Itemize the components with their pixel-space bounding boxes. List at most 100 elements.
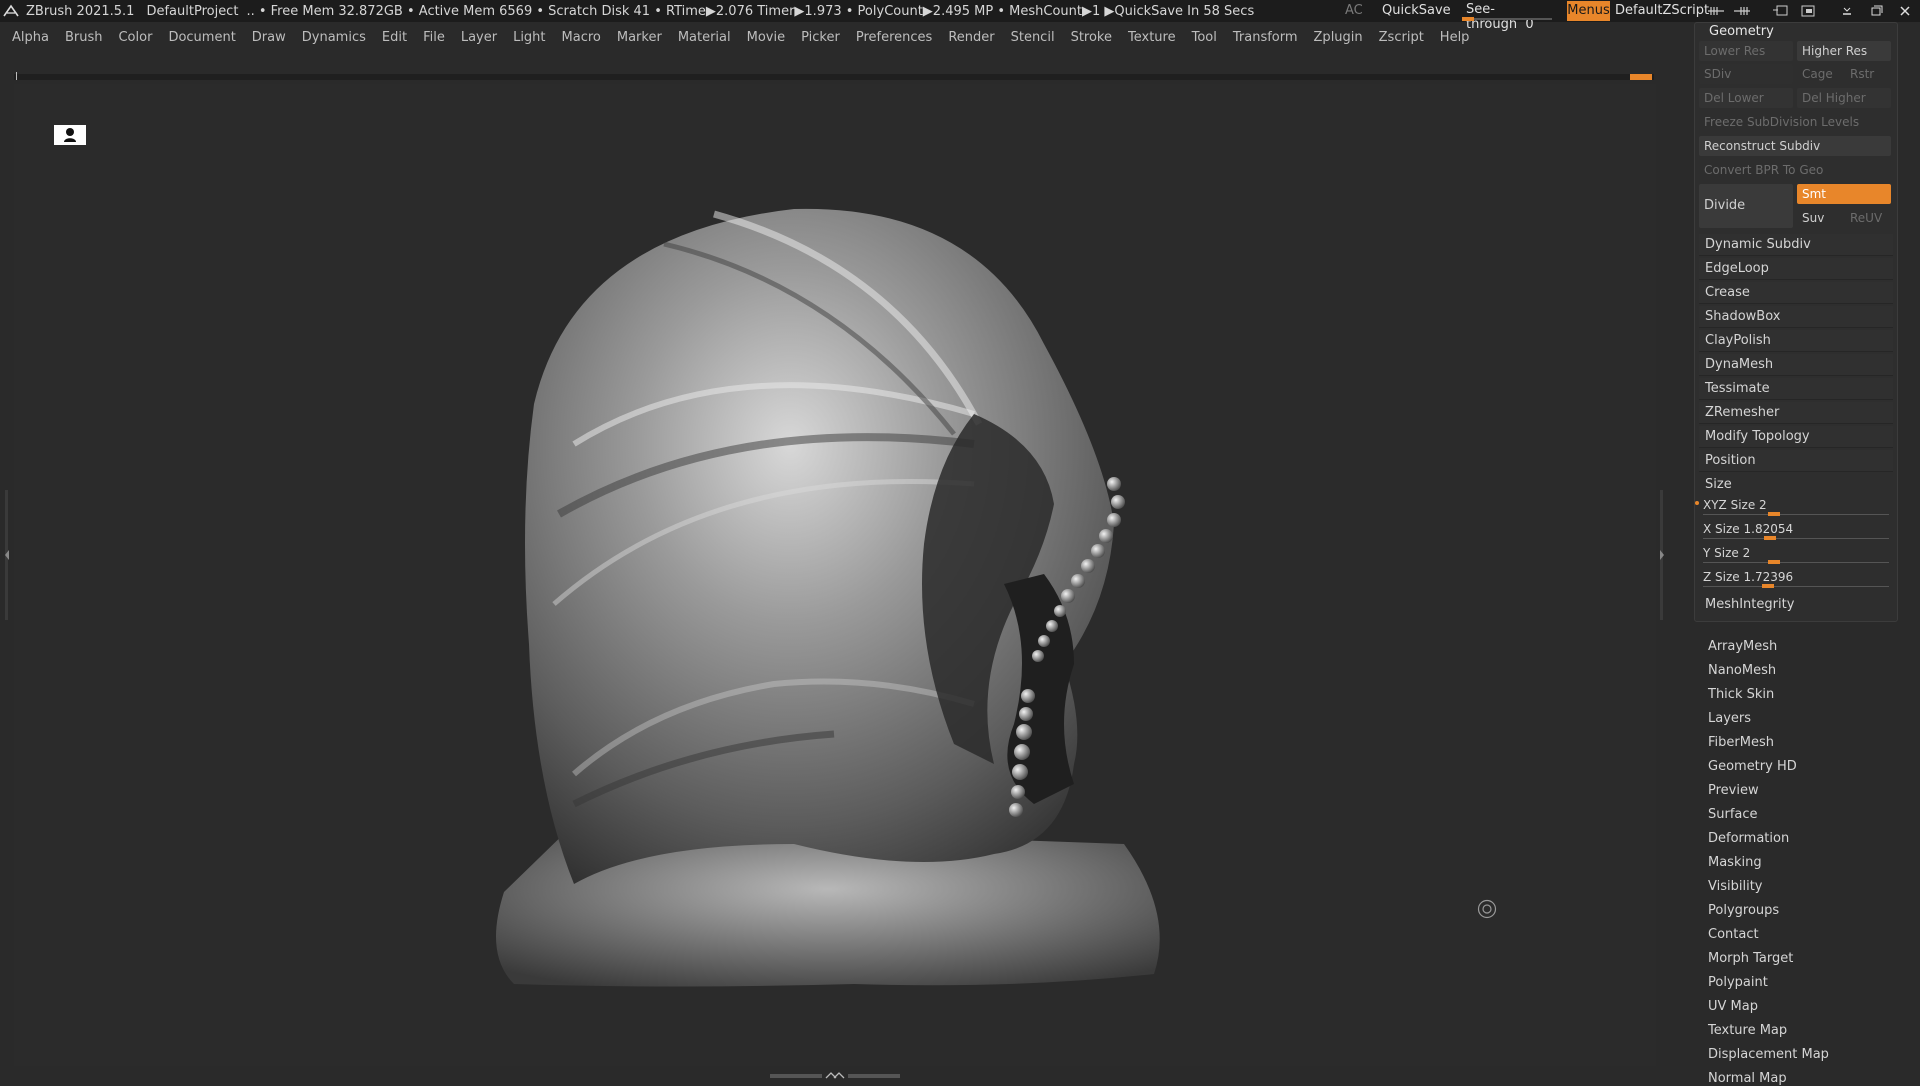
- timeline-strip[interactable]: [14, 72, 1654, 80]
- edgeloop-button[interactable]: EdgeLoop: [1699, 258, 1893, 280]
- default-zscript-button[interactable]: DefaultZScript: [1615, 3, 1709, 18]
- subpalette-layers[interactable]: Layers: [1708, 711, 1751, 726]
- claypolish-button[interactable]: ClayPolish: [1699, 330, 1893, 352]
- subpalette-displacement-map[interactable]: Displacement Map: [1708, 1047, 1829, 1062]
- menu-layer[interactable]: Layer: [461, 30, 497, 45]
- menu-file[interactable]: File: [423, 30, 445, 45]
- menu-draw[interactable]: Draw: [252, 30, 286, 45]
- menu-light[interactable]: Light: [513, 30, 545, 45]
- y-size-slider[interactable]: Y Size 2: [1699, 544, 1893, 566]
- shadowbox-button[interactable]: ShadowBox: [1699, 306, 1893, 328]
- layout-right-icon[interactable]: [1733, 4, 1751, 18]
- del-lower-button[interactable]: Del Lower: [1699, 88, 1793, 108]
- convert-bpr-button[interactable]: Convert BPR To Geo: [1699, 160, 1891, 180]
- menu-edit[interactable]: Edit: [382, 30, 407, 45]
- subpalette-surface[interactable]: Surface: [1708, 807, 1758, 822]
- close-icon[interactable]: [1896, 4, 1914, 18]
- dynamic-subdiv-button[interactable]: Dynamic Subdiv: [1699, 234, 1893, 256]
- menu-stroke[interactable]: Stroke: [1071, 30, 1112, 45]
- zremesher-button[interactable]: ZRemesher: [1699, 402, 1893, 424]
- camera-rotate-icon[interactable]: [1477, 899, 1497, 919]
- subpalette-masking[interactable]: Masking: [1708, 855, 1762, 870]
- slider-knob[interactable]: [1763, 536, 1776, 540]
- menu-alpha[interactable]: Alpha: [12, 30, 49, 45]
- subpalette-fibermesh[interactable]: FiberMesh: [1708, 735, 1774, 750]
- subpalette-morph-target[interactable]: Morph Target: [1708, 951, 1793, 966]
- sculpt-model[interactable]: [14, 84, 1656, 1066]
- size-header[interactable]: Size: [1699, 474, 1893, 496]
- menu-texture[interactable]: Texture: [1128, 30, 1176, 45]
- menu-zscript[interactable]: Zscript: [1379, 30, 1424, 45]
- dynamesh-button[interactable]: DynaMesh: [1699, 354, 1893, 376]
- subpalette-thick-skin[interactable]: Thick Skin: [1708, 687, 1774, 702]
- see-through-slider[interactable]: See-through 0: [1460, 0, 1555, 32]
- position-button[interactable]: Position: [1699, 450, 1893, 472]
- cage-button[interactable]: Cage: [1797, 64, 1843, 84]
- ac-toggle[interactable]: AC: [1345, 3, 1363, 18]
- geometry-title[interactable]: Geometry: [1709, 24, 1774, 39]
- subpalette-texture-map[interactable]: Texture Map: [1708, 1023, 1787, 1038]
- menu-material[interactable]: Material: [678, 30, 731, 45]
- meshintegrity-button[interactable]: MeshIntegrity: [1699, 594, 1893, 616]
- freeze-subdivision-button[interactable]: Freeze SubDivision Levels: [1699, 112, 1891, 132]
- layout-left-icon[interactable]: [1707, 4, 1725, 18]
- del-higher-button[interactable]: Del Higher: [1797, 88, 1891, 108]
- menu-brush[interactable]: Brush: [65, 30, 103, 45]
- sdiv-slider[interactable]: SDiv: [1699, 64, 1793, 84]
- minimize-icon[interactable]: [1838, 4, 1856, 18]
- menu-stencil[interactable]: Stencil: [1011, 30, 1055, 45]
- rstr-button[interactable]: Rstr: [1845, 64, 1891, 84]
- menu-marker[interactable]: Marker: [617, 30, 662, 45]
- ui-swap-icon[interactable]: [1772, 4, 1790, 18]
- crease-button[interactable]: Crease: [1699, 282, 1893, 304]
- menu-color[interactable]: Color: [118, 30, 152, 45]
- document-canvas[interactable]: [14, 84, 1656, 1066]
- menu-dynamics[interactable]: Dynamics: [302, 30, 366, 45]
- subpalette-preview[interactable]: Preview: [1708, 783, 1759, 798]
- subpalette-arraymesh[interactable]: ArrayMesh: [1708, 639, 1777, 654]
- higher-res-button[interactable]: Higher Res: [1797, 41, 1891, 61]
- suv-toggle[interactable]: Suv: [1797, 208, 1843, 228]
- menu-document[interactable]: Document: [168, 30, 235, 45]
- subpalette-polypaint[interactable]: Polypaint: [1708, 975, 1768, 990]
- tessimate-button[interactable]: Tessimate: [1699, 378, 1893, 400]
- menu-picker[interactable]: Picker: [801, 30, 840, 45]
- slider-knob[interactable]: [1767, 560, 1780, 564]
- z-size-slider[interactable]: Z Size 1.72396: [1699, 568, 1893, 590]
- menu-zplugin[interactable]: Zplugin: [1314, 30, 1363, 45]
- bottom-tray-toggle-icon[interactable]: [770, 1070, 900, 1080]
- modify-topology-button[interactable]: Modify Topology: [1699, 426, 1893, 448]
- ui-layout-icon[interactable]: [1800, 4, 1818, 18]
- xyz-size-slider[interactable]: XYZ Size 2: [1699, 496, 1893, 518]
- subpalette-uv-map[interactable]: UV Map: [1708, 999, 1758, 1014]
- restore-icon[interactable]: [1867, 4, 1885, 18]
- quicksave-button[interactable]: QuickSave: [1378, 0, 1455, 22]
- menu-preferences[interactable]: Preferences: [856, 30, 932, 45]
- menu-transform[interactable]: Transform: [1233, 30, 1298, 45]
- subpalette-visibility[interactable]: Visibility: [1708, 879, 1762, 894]
- reconstruct-subdiv-button[interactable]: Reconstruct Subdiv: [1699, 136, 1891, 156]
- subpalette-normal-map[interactable]: Normal Map: [1708, 1071, 1787, 1086]
- menu-movie[interactable]: Movie: [747, 30, 785, 45]
- reuv-toggle[interactable]: ReUV: [1845, 208, 1891, 228]
- right-tray-toggle-icon[interactable]: [1658, 490, 1666, 620]
- timeline-marker[interactable]: [1630, 74, 1652, 80]
- divide-button[interactable]: Divide: [1699, 184, 1793, 228]
- menu-tool[interactable]: Tool: [1192, 30, 1217, 45]
- subpalette-nanomesh[interactable]: NanoMesh: [1708, 663, 1776, 678]
- slider-knob[interactable]: [1762, 584, 1775, 588]
- subpalette-geometry-hd[interactable]: Geometry HD: [1708, 759, 1797, 774]
- menu-macro[interactable]: Macro: [562, 30, 601, 45]
- project-name[interactable]: DefaultProject: [146, 4, 238, 19]
- subpalette-polygroups[interactable]: Polygroups: [1708, 903, 1779, 918]
- subpalette-deformation[interactable]: Deformation: [1708, 831, 1789, 846]
- lower-res-button[interactable]: Lower Res: [1699, 41, 1793, 61]
- smt-toggle[interactable]: Smt: [1797, 184, 1891, 204]
- subpalette-contact[interactable]: Contact: [1708, 927, 1759, 942]
- left-tray-toggle-icon[interactable]: [4, 490, 10, 620]
- menu-render[interactable]: Render: [948, 30, 994, 45]
- menu-help[interactable]: Help: [1440, 30, 1470, 45]
- slider-knob[interactable]: [1767, 512, 1780, 516]
- menus-button[interactable]: Menus: [1567, 1, 1610, 21]
- x-size-slider[interactable]: X Size 1.82054: [1699, 520, 1893, 542]
